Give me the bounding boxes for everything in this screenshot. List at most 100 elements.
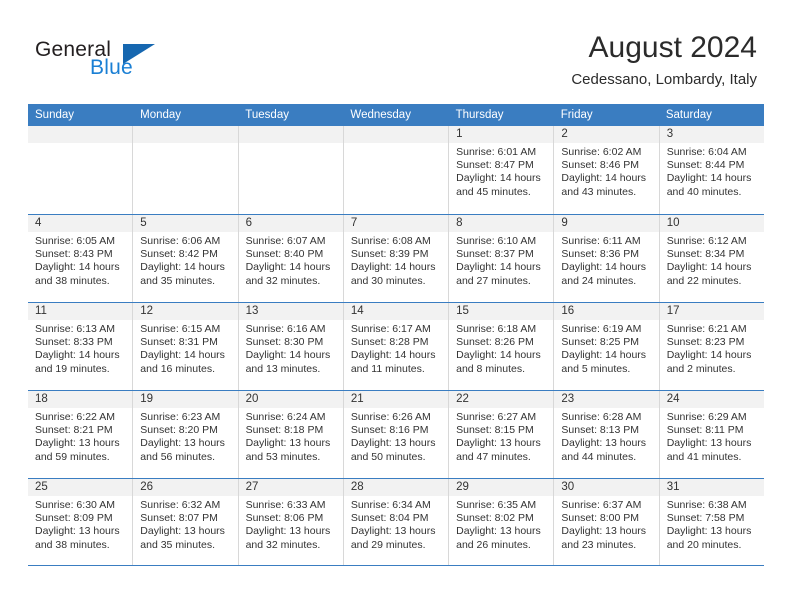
sunset-text: Sunset: 8:46 PM [561,159,640,172]
day-cell[interactable] [28,126,134,214]
day-cell[interactable]: 4 Sunrise: 6:05 AM Sunset: 8:43 PM Dayli… [28,215,134,302]
day-number: 12 [133,303,238,320]
sunrise-text: Sunrise: 6:24 AM [245,411,326,423]
day-details: Sunrise: 6:35 AM Sunset: 8:02 PM Dayligh… [449,496,553,552]
day-details: Sunrise: 6:29 AM Sunset: 8:11 PM Dayligh… [660,408,764,464]
calendar-page: General Blue August 2024 Cedessano, Lomb… [0,0,792,612]
daylight-text-line2: and 22 minutes. [666,274,742,287]
day-cell[interactable]: 25 Sunrise: 6:30 AM Sunset: 8:09 PM Dayl… [28,479,134,565]
day-details: Sunrise: 6:21 AM Sunset: 8:23 PM Dayligh… [660,320,764,376]
day-cell[interactable]: 19 Sunrise: 6:23 AM Sunset: 8:20 PM Dayl… [133,391,239,478]
day-cell[interactable]: 15 Sunrise: 6:18 AM Sunset: 8:26 PM Dayl… [449,303,555,390]
sunrise-text: Sunrise: 6:15 AM [140,323,221,335]
day-cell[interactable]: 27 Sunrise: 6:33 AM Sunset: 8:06 PM Dayl… [238,479,344,565]
sunset-text: Sunset: 8:11 PM [666,424,744,437]
daylight-text-line2: and 35 minutes. [140,274,215,287]
day-number [238,126,343,143]
day-cell[interactable]: 16 Sunrise: 6:19 AM Sunset: 8:25 PM Dayl… [554,303,660,390]
day-cell[interactable]: 28 Sunrise: 6:34 AM Sunset: 8:04 PM Dayl… [343,479,450,565]
daylight-text-line1: Daylight: 13 hours [561,525,647,538]
sunset-text: Sunset: 8:00 PM [561,512,640,525]
day-cell[interactable]: 26 Sunrise: 6:32 AM Sunset: 8:07 PM Dayl… [133,479,239,565]
day-cell[interactable]: 6 Sunrise: 6:07 AM Sunset: 8:40 PM Dayli… [238,215,344,302]
sunset-text: Sunset: 8:25 PM [561,336,640,349]
day-cell[interactable]: 31 Sunrise: 6:38 AM Sunset: 7:58 PM Dayl… [659,479,764,565]
day-cell[interactable] [238,126,344,214]
day-number: 1 [449,126,554,143]
daylight-text-line1: Daylight: 14 hours [350,261,436,274]
sunset-text: Sunset: 8:06 PM [245,512,324,525]
day-details: Sunrise: 6:26 AM Sunset: 8:16 PM Dayligh… [344,408,448,464]
daylight-text-line1: Daylight: 13 hours [456,437,541,450]
day-details [28,143,132,146]
day-cell[interactable]: 1 Sunrise: 6:01 AM Sunset: 8:47 PM Dayli… [449,126,555,214]
daylight-text-line1: Daylight: 14 hours [561,349,647,362]
sunrise-text: Sunrise: 6:04 AM [666,146,747,158]
day-details [239,143,343,146]
daylight-text-line1: Daylight: 14 hours [456,172,541,185]
sunset-text: Sunset: 8:34 PM [666,248,745,261]
page-header: General Blue August 2024 Cedessano, Lomb… [35,30,757,92]
day-cell[interactable]: 18 Sunrise: 6:22 AM Sunset: 8:21 PM Dayl… [28,391,134,478]
day-cell[interactable]: 22 Sunrise: 6:27 AM Sunset: 8:15 PM Dayl… [449,391,555,478]
weekday-header-saturday: Saturday [665,109,712,121]
general-blue-logo[interactable]: General Blue [35,38,165,90]
day-number: 6 [238,215,343,232]
daylight-text-line2: and 47 minutes. [456,450,531,463]
sunrise-text: Sunrise: 6:29 AM [666,411,747,423]
day-cell[interactable]: 2 Sunrise: 6:02 AM Sunset: 8:46 PM Dayli… [554,126,660,214]
day-number: 7 [343,215,449,232]
day-cell[interactable] [343,126,450,214]
daylight-text-line2: and 53 minutes. [245,450,321,463]
sunset-text: Sunset: 8:18 PM [245,424,324,437]
day-cell[interactable] [133,126,239,214]
day-details: Sunrise: 6:34 AM Sunset: 8:04 PM Dayligh… [344,496,448,552]
day-number: 2 [554,126,659,143]
day-cell[interactable]: 17 Sunrise: 6:21 AM Sunset: 8:23 PM Dayl… [659,303,764,390]
weekday-header-row: Sunday Monday Tuesday Wednesday Thursday… [28,104,764,126]
day-number: 20 [238,391,343,408]
weekday-header-monday: Monday [140,109,182,121]
sunrise-text: Sunrise: 6:17 AM [350,323,431,335]
day-cell[interactable]: 30 Sunrise: 6:37 AM Sunset: 8:00 PM Dayl… [554,479,660,565]
day-cell[interactable]: 12 Sunrise: 6:15 AM Sunset: 8:31 PM Dayl… [133,303,239,390]
day-number: 27 [238,479,343,496]
day-cell[interactable]: 9 Sunrise: 6:11 AM Sunset: 8:36 PM Dayli… [554,215,660,302]
daylight-text-line2: and 8 minutes. [456,362,526,375]
daylight-text-line2: and 59 minutes. [35,450,110,463]
daylight-text-line1: Daylight: 13 hours [35,525,120,538]
day-details: Sunrise: 6:16 AM Sunset: 8:30 PM Dayligh… [239,320,343,376]
daylight-text-line1: Daylight: 14 hours [245,261,331,274]
day-number [343,126,449,143]
day-cell[interactable]: 23 Sunrise: 6:28 AM Sunset: 8:13 PM Dayl… [554,391,660,478]
sunset-text: Sunset: 8:47 PM [456,159,534,172]
daylight-text-line2: and 44 minutes. [561,450,637,463]
day-number: 24 [659,391,764,408]
day-cell[interactable]: 29 Sunrise: 6:35 AM Sunset: 8:02 PM Dayl… [449,479,555,565]
day-cell[interactable]: 8 Sunrise: 6:10 AM Sunset: 8:37 PM Dayli… [449,215,555,302]
day-details: Sunrise: 6:13 AM Sunset: 8:33 PM Dayligh… [28,320,132,376]
daylight-text-line1: Daylight: 14 hours [456,349,541,362]
day-cell[interactable]: 14 Sunrise: 6:17 AM Sunset: 8:28 PM Dayl… [343,303,450,390]
day-number: 8 [449,215,554,232]
day-cell[interactable]: 13 Sunrise: 6:16 AM Sunset: 8:30 PM Dayl… [238,303,344,390]
daylight-text-line1: Daylight: 14 hours [35,261,120,274]
daylight-text-line1: Daylight: 13 hours [140,437,225,450]
day-cell[interactable]: 21 Sunrise: 6:26 AM Sunset: 8:16 PM Dayl… [343,391,450,478]
day-cell[interactable]: 10 Sunrise: 6:12 AM Sunset: 8:34 PM Dayl… [659,215,764,302]
day-details: Sunrise: 6:11 AM Sunset: 8:36 PM Dayligh… [554,232,658,288]
day-details: Sunrise: 6:10 AM Sunset: 8:37 PM Dayligh… [449,232,553,288]
week-row: 18 Sunrise: 6:22 AM Sunset: 8:21 PM Dayl… [28,390,764,478]
day-cell[interactable]: 5 Sunrise: 6:06 AM Sunset: 8:42 PM Dayli… [133,215,239,302]
sunset-text: Sunset: 8:26 PM [456,336,534,349]
daylight-text-line2: and 50 minutes. [350,450,426,463]
day-cell[interactable]: 7 Sunrise: 6:08 AM Sunset: 8:39 PM Dayli… [343,215,450,302]
day-details: Sunrise: 6:15 AM Sunset: 8:31 PM Dayligh… [133,320,237,376]
sunrise-text: Sunrise: 6:30 AM [35,499,115,511]
day-cell[interactable]: 3 Sunrise: 6:04 AM Sunset: 8:44 PM Dayli… [659,126,764,214]
day-cell[interactable]: 24 Sunrise: 6:29 AM Sunset: 8:11 PM Dayl… [659,391,764,478]
day-cell[interactable]: 20 Sunrise: 6:24 AM Sunset: 8:18 PM Dayl… [238,391,344,478]
day-details [133,143,237,146]
day-cell[interactable]: 11 Sunrise: 6:13 AM Sunset: 8:33 PM Dayl… [28,303,134,390]
sunset-text: Sunset: 8:40 PM [245,248,324,261]
